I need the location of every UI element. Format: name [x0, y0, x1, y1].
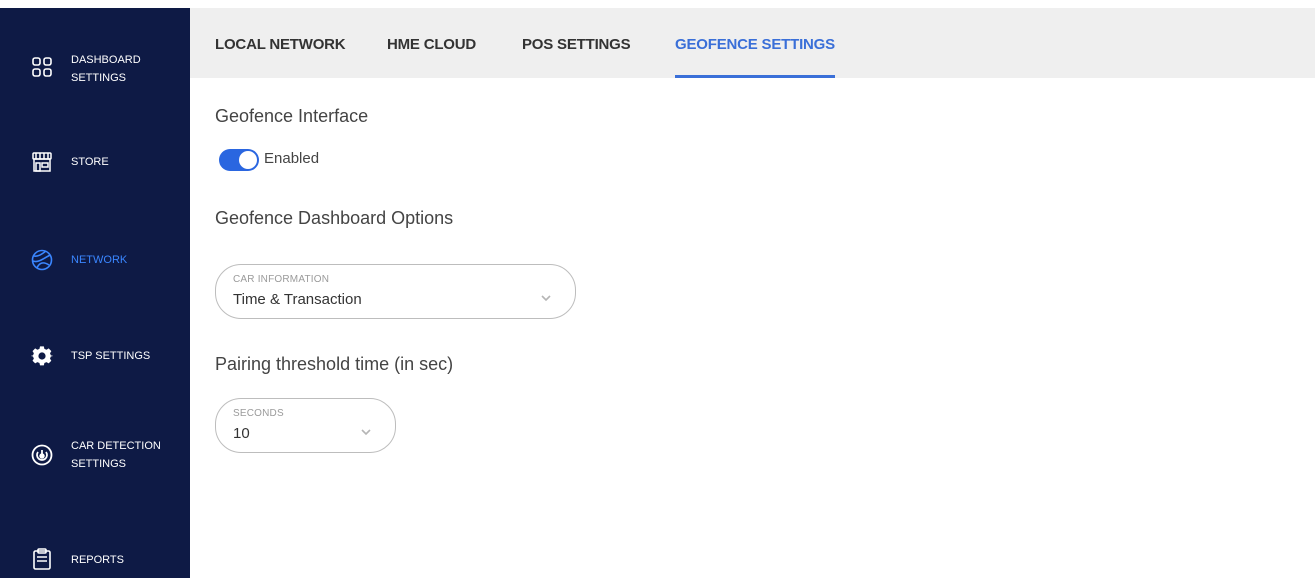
select-value: Time & Transaction	[233, 291, 362, 308]
top-strip	[0, 0, 1315, 8]
sidebar-item-label: CAR DETECTION SETTINGS	[71, 440, 161, 470]
sidebar-item-reports[interactable]: REPORTS	[0, 548, 190, 572]
storefront-icon	[31, 151, 53, 173]
sidebar-item-label: REPORTS	[71, 554, 124, 566]
sidebar-item-car-detection-settings[interactable]: CAR DETECTION SETTINGS	[0, 434, 190, 474]
tab-geofence-settings[interactable]: GEOFENCE SETTINGS	[675, 36, 835, 53]
sidebar-item-label: DASHBOARD SETTINGS	[71, 54, 141, 84]
geofence-dashboard-options-title: Geofence Dashboard Options	[215, 208, 454, 228]
pairing-threshold-title: Pairing threshold time (in sec)	[215, 354, 454, 374]
gear-icon	[31, 345, 53, 367]
car-information-select[interactable]: CAR INFORMATION Time & Transaction	[215, 264, 576, 319]
select-value: 10	[233, 425, 250, 442]
radar-icon	[31, 444, 53, 466]
active-tab-indicator	[675, 75, 835, 78]
sidebar: DASHBOARD SETTINGS STORE NETWORK TSP SET…	[0, 8, 190, 578]
geofence-enabled-toggle[interactable]	[219, 149, 259, 171]
chevron-down-icon	[360, 423, 372, 436]
sidebar-item-label: STORE	[71, 156, 109, 168]
sidebar-item-tsp-settings[interactable]: TSP SETTINGS	[0, 344, 190, 368]
tab-pos-settings[interactable]: POS SETTINGS	[522, 36, 631, 53]
sidebar-item-label: TSP SETTINGS	[71, 350, 151, 362]
sidebar-item-store[interactable]: STORE	[0, 150, 190, 174]
geofence-interface-title: Geofence Interface	[215, 106, 369, 126]
globe-icon	[31, 249, 53, 271]
chevron-down-icon	[540, 289, 552, 302]
toggle-label: Enabled	[264, 150, 320, 167]
toggle-knob	[239, 151, 257, 169]
tab-hme-cloud[interactable]: HME CLOUD	[387, 36, 476, 53]
clipboard-icon	[31, 548, 53, 570]
sidebar-item-dashboard-settings[interactable]: DASHBOARD SETTINGS	[0, 48, 190, 88]
sidebar-item-label: NETWORK	[71, 254, 128, 266]
tab-local-network[interactable]: LOCAL NETWORK	[215, 36, 346, 53]
sidebar-item-network[interactable]: NETWORK	[0, 248, 190, 272]
select-caption: CAR INFORMATION	[233, 274, 330, 285]
seconds-select[interactable]: SECONDS 10	[215, 398, 396, 453]
select-caption: SECONDS	[233, 408, 284, 419]
grid-icon	[31, 56, 53, 78]
